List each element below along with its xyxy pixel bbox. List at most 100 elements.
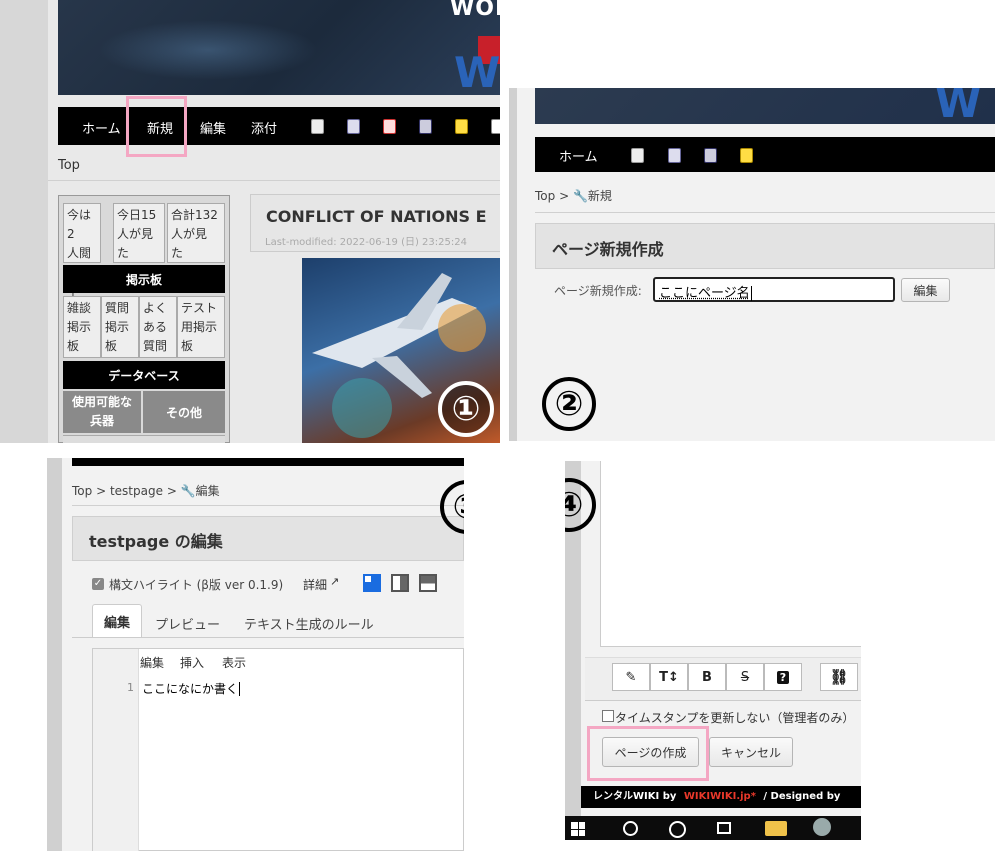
diff-icon[interactable] (347, 119, 360, 134)
editor-text-value: ここになにか書く (142, 682, 239, 696)
windows-start-icon[interactable] (571, 822, 585, 836)
taskbar (565, 816, 861, 840)
db-header-line: その他 (165, 405, 202, 420)
step-1-marker: ① (438, 381, 494, 437)
details-link[interactable]: 詳細 (303, 576, 327, 593)
page-name-input[interactable]: ここにページ名 (653, 277, 895, 302)
footer-suffix: / Designed by (763, 791, 841, 802)
editor-text[interactable]: ここになにか書く (142, 680, 241, 697)
tab-edit[interactable]: 編集 (92, 604, 142, 638)
external-link-icon: ↗ (330, 575, 340, 588)
bbs-heading: 掲示板 (63, 265, 225, 293)
counter-today-viewing: 今は2人閲覧中 (63, 203, 101, 298)
layout-top-icon[interactable] (363, 574, 381, 592)
nav-home[interactable]: ホーム (82, 118, 121, 137)
nav-edit[interactable]: 編集 (200, 118, 226, 137)
bbs-question-link[interactable]: 質問 掲示板 (101, 296, 139, 358)
editor-menu-view[interactable]: 表示 (222, 654, 246, 671)
copy-icon[interactable] (311, 119, 324, 134)
db-weapons-header: 使用可能な 兵器 (63, 391, 141, 433)
bbs-test-link[interactable]: テスト 用掲示板 (177, 296, 225, 358)
edit-button[interactable]: 編集 (901, 278, 950, 302)
divider (72, 505, 464, 506)
banner-logo-w: W (935, 88, 982, 124)
step-2-marker: ② (542, 377, 596, 431)
page-icon[interactable] (491, 119, 500, 134)
tab-preview[interactable]: プレビュー (155, 614, 220, 633)
link-line: 雑談 (67, 301, 92, 315)
footer: レンタルWIKI by WIKIWIKI.jp* / Designed by (581, 786, 861, 808)
help-icon[interactable] (740, 148, 753, 163)
pen-icon[interactable]: ✎ (612, 663, 650, 691)
divider (48, 180, 500, 181)
bold-button[interactable]: B (688, 663, 726, 691)
file-explorer-icon[interactable] (765, 821, 787, 836)
layout-split-icon[interactable] (391, 574, 409, 592)
highlight-create (587, 726, 709, 781)
breadcrumb-top[interactable]: Top (72, 484, 92, 498)
editor-area[interactable] (600, 461, 861, 647)
nav-attach[interactable]: 添付 (251, 118, 277, 137)
breadcrumb: Top > 🔧新規 (535, 187, 612, 204)
breadcrumb-top[interactable]: Top (535, 189, 555, 203)
breadcrumb-current: 新規 (587, 189, 612, 203)
page-name-value: ここにページ名 (659, 286, 750, 301)
heading-box: ページ新規作成 (535, 223, 995, 269)
editor-area[interactable] (92, 648, 464, 851)
faq-link[interactable]: よく ある 質問 (139, 296, 177, 358)
copy-icon[interactable] (631, 148, 644, 163)
cortana-icon[interactable] (669, 821, 686, 838)
last-modified: Last-modified: 2022-06-19 (日) 23:25:24 (265, 237, 467, 248)
delete-icon[interactable] (383, 119, 396, 134)
link-line: 板 (67, 339, 80, 353)
app-icon[interactable] (813, 818, 831, 836)
db-header-line: 兵器 (89, 414, 114, 428)
bbs-chat-link[interactable]: 雑談 掲示板 (63, 296, 101, 358)
counter-line: 合計132 (171, 208, 218, 222)
link-line: テスト (181, 301, 218, 315)
font-size-button[interactable]: T↕ (650, 663, 688, 691)
step-4-marker: ④ (565, 478, 596, 532)
counter-line: た (117, 246, 130, 260)
link-line: 質問 (105, 301, 130, 315)
editor-gutter (93, 649, 139, 851)
db-row (63, 435, 225, 443)
link-line: ある (143, 320, 168, 334)
lock-icon[interactable] (455, 119, 468, 134)
timestamp-checkbox[interactable] (602, 710, 614, 722)
link-line: 板 (105, 339, 118, 353)
layout-bottom-icon[interactable] (419, 574, 437, 592)
editor-menu-insert[interactable]: 挿入 (180, 654, 204, 671)
counter-total: 合計132 人が見た (167, 203, 225, 263)
diff-icon[interactable] (668, 148, 681, 163)
page-heading: ページ新規作成 (552, 240, 664, 259)
nav-bar: ホーム (535, 137, 995, 172)
nav-home[interactable]: ホーム (559, 146, 598, 165)
help-button[interactable]: ? (764, 663, 802, 691)
syntax-checkbox[interactable]: ✓ (92, 578, 104, 590)
search-icon[interactable] (623, 821, 638, 836)
link-line: 板 (181, 339, 194, 353)
tabs-divider (72, 637, 464, 638)
breadcrumb-page[interactable]: testpage (110, 484, 163, 498)
nav-bar: ホーム 新規 編集 添付 (58, 107, 500, 145)
editor-menu-edit[interactable]: 編集 (140, 654, 164, 671)
link-icon[interactable]: ⛓ (820, 663, 858, 691)
footer-brand-link[interactable]: WIKIWIKI.jp* (684, 791, 756, 802)
timestamp-label: タイムスタンプを更新しない（管理者のみ） (615, 711, 855, 725)
text-cursor (750, 286, 752, 301)
panel-4: ✎ T↕ B S ? ⛓ タイムスタンプを更新しない（管理者のみ） ページの作成… (565, 461, 861, 840)
save-icon[interactable] (419, 119, 432, 134)
tab-text-rules[interactable]: テキスト生成のルール (244, 614, 374, 633)
game-banner: W (535, 88, 995, 124)
save-icon[interactable] (704, 148, 717, 163)
breadcrumb: Top > testpage > 🔧編集 (72, 482, 220, 499)
task-view-icon[interactable] (717, 822, 731, 834)
heading-box: testpage の編集 (72, 516, 464, 561)
strike-button[interactable]: S (726, 663, 764, 691)
page-title-box: CONFLICT OF NATIONS E Last-modified: 202… (250, 194, 500, 252)
breadcrumb-top[interactable]: Top (58, 158, 80, 173)
wrench-icon: 🔧 (180, 484, 196, 498)
cancel-button[interactable]: キャンセル (709, 737, 793, 767)
counter-line: 人が見 (117, 227, 154, 241)
